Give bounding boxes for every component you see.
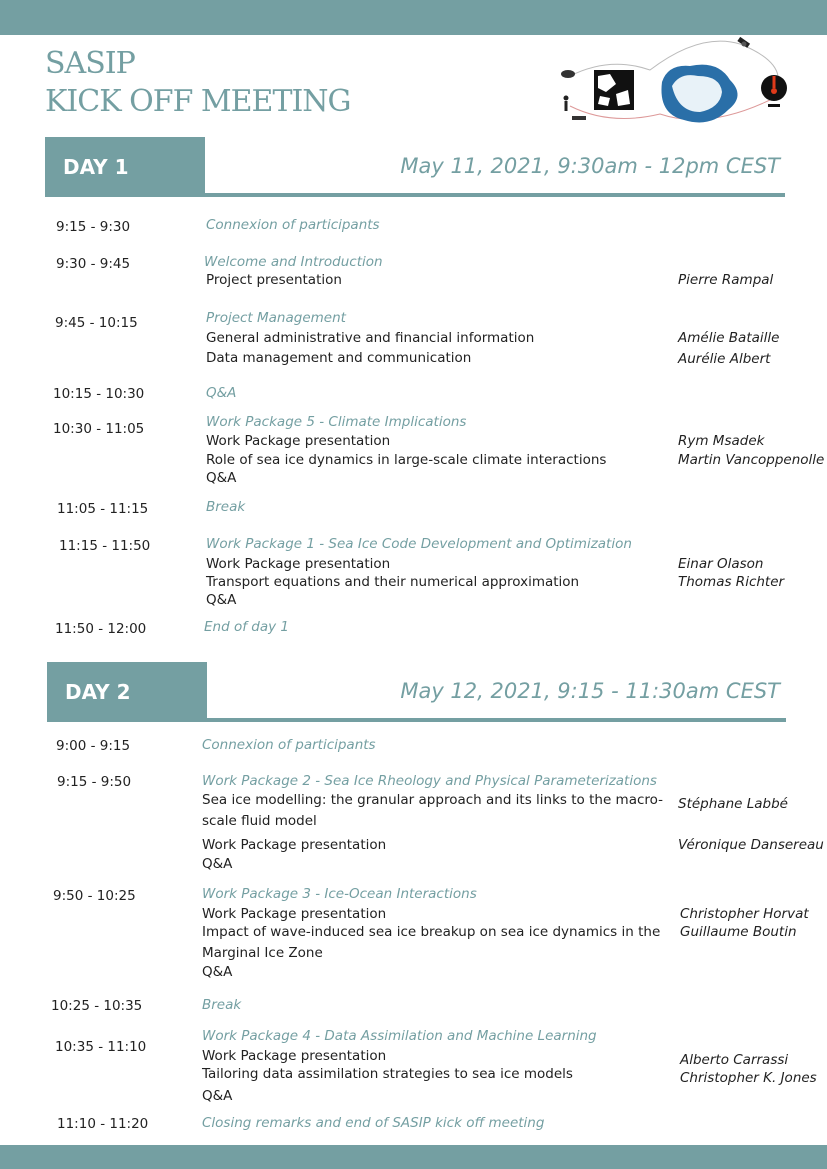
session-item: Sea ice modelling: the granular approach…	[202, 792, 664, 808]
session-time: 10:35 - 11:10	[55, 1039, 147, 1055]
session-title: Work Package 5 - Climate Implications	[206, 414, 467, 430]
session-time: 9:50 - 10:25	[53, 888, 136, 904]
session-title: Work Package 4 - Data Assimilation and M…	[202, 1028, 597, 1044]
session-item: Transport equations and their numerical …	[206, 574, 580, 590]
speaker-name: Martin Vancoppenolle	[678, 452, 825, 468]
session-item: Marginal Ice Zone	[202, 945, 323, 961]
session-time: 9:15 - 9:50	[57, 774, 132, 790]
session-time: 9:30 - 9:45	[56, 256, 131, 272]
session-item: General administrative and financial inf…	[206, 330, 535, 346]
session-time: 11:10 - 11:20	[57, 1116, 149, 1132]
top-bar	[0, 0, 827, 35]
banner-illustration	[561, 36, 787, 123]
session-item: Work Package presentation	[202, 1048, 387, 1064]
session-title: Break	[206, 499, 246, 515]
session-title: Connexion of participants	[206, 217, 380, 233]
session-item: Q&A	[206, 592, 237, 608]
session-title: Break	[202, 997, 242, 1013]
session-item: Data management and communication	[206, 350, 472, 366]
title-line-2: KICK OFF MEETING	[45, 84, 352, 119]
session-item: Project presentation	[206, 272, 342, 288]
session-title: Work Package 2 - Sea Ice Rheology and Ph…	[202, 773, 657, 789]
session-title: Closing remarks and end of SASIP kick of…	[202, 1115, 545, 1131]
person-icon	[563, 95, 569, 111]
speaker-name: Guillaume Boutin	[680, 924, 797, 940]
session-time: 11:50 - 12:00	[55, 621, 147, 637]
speaker-name: Stéphane Labbé	[678, 796, 788, 812]
ice-floe-image	[594, 70, 634, 110]
session-time: 11:15 - 11:50	[59, 538, 151, 554]
session-time: 10:30 - 11:05	[53, 421, 145, 437]
session-item: Q&A	[202, 964, 233, 980]
session-time: 10:15 - 10:30	[53, 386, 145, 402]
session-title: End of day 1	[204, 619, 289, 635]
session-item: Work Package presentation	[206, 433, 391, 449]
session-item: Role of sea ice dynamics in large-scale …	[206, 452, 607, 468]
day1-divider	[205, 193, 785, 197]
day1-date: May 11, 2021, 9:30am - 12pm CEST	[400, 154, 780, 178]
session-title: Project Management	[206, 310, 346, 326]
ship-icon	[572, 116, 586, 120]
day1-label: DAY 1	[45, 137, 205, 197]
session-time: 9:00 - 9:15	[56, 738, 131, 754]
title-line-1: SASIP	[45, 46, 136, 81]
session-item: Q&A	[202, 1088, 233, 1104]
session-title: Welcome and Introduction	[204, 254, 383, 270]
speaker-name: Amélie Bataille	[678, 330, 780, 346]
speaker-name: Alberto Carrassi	[680, 1052, 789, 1068]
sea-ice-map-image	[661, 64, 738, 123]
session-title: Work Package 1 - Sea Ice Code Developmen…	[206, 536, 632, 552]
speaker-name: Rym Msadek	[678, 433, 765, 449]
speaker-name: Christopher Horvat	[680, 906, 809, 922]
session-item: Impact of wave-induced sea ice breakup o…	[202, 924, 661, 940]
session-time: 9:15 - 9:30	[56, 219, 131, 235]
polar-bear-icon	[561, 70, 575, 78]
speaker-name: Einar Olason	[678, 556, 764, 572]
session-time: 11:05 - 11:15	[57, 501, 149, 517]
session-item: Work Package presentation	[206, 556, 391, 572]
session-title: Work Package 3 - Ice-Ocean Interactions	[202, 886, 477, 902]
speaker-name: Véronique Dansereau	[678, 837, 824, 853]
session-item: scale fluid model	[202, 813, 317, 829]
day2-label: DAY 2	[47, 662, 207, 722]
speaker-name: Pierre Rampal	[678, 272, 774, 288]
session-item: Work Package presentation	[202, 837, 387, 853]
session-item: Q&A	[206, 470, 237, 486]
session-item: Work Package presentation	[202, 906, 387, 922]
day2-date: May 12, 2021, 9:15 - 11:30am CEST	[400, 679, 780, 703]
bottom-bar	[0, 1145, 827, 1169]
satellite-icon	[737, 36, 751, 48]
session-item: Tailoring data assimilation strategies t…	[202, 1066, 573, 1082]
session-time: 10:25 - 10:35	[51, 998, 143, 1014]
session-item: Q&A	[202, 856, 233, 872]
session-time: 9:45 - 10:15	[55, 315, 138, 331]
speaker-name: Thomas Richter	[678, 574, 785, 590]
session-title: Q&A	[206, 385, 237, 401]
speaker-name: Christopher K. Jones	[680, 1070, 817, 1086]
day2-divider	[207, 718, 786, 722]
speaker-name: Aurélie Albert	[678, 351, 771, 367]
session-title: Connexion of participants	[202, 737, 376, 753]
